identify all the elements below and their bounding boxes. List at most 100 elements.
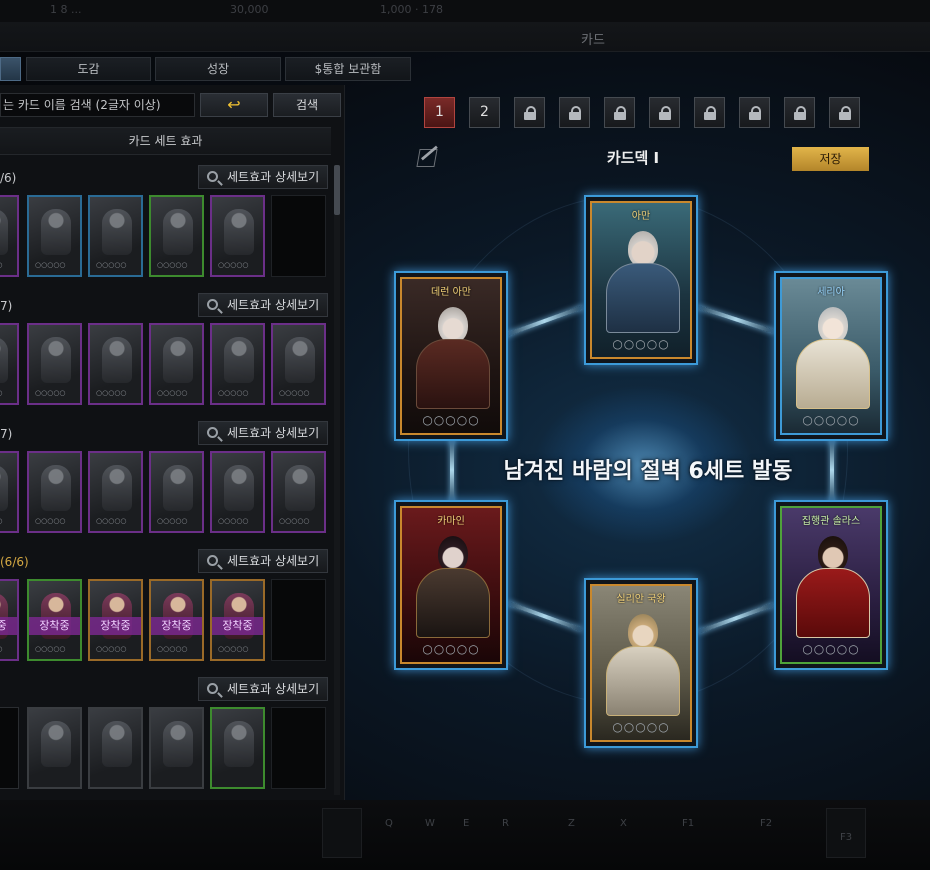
empty-card-slot bbox=[271, 195, 326, 277]
card-name: 아만 bbox=[631, 211, 651, 222]
card-thumb[interactable] bbox=[88, 707, 143, 789]
set-detail-label: 세트효과 상세보기 bbox=[227, 554, 320, 568]
set-row: 7) 세트효과 상세보기 ○○○○○ ○○○○○ ○○○○○ ○○○○○ ○○○… bbox=[0, 421, 331, 547]
deck-slot-1[interactable]: 1 bbox=[424, 97, 455, 128]
card-name: 집행관 솔라스 bbox=[801, 516, 861, 527]
deck-slot-2[interactable]: 2 bbox=[469, 97, 500, 128]
set-detail-label: 세트효과 상세보기 bbox=[227, 682, 320, 696]
hotkey-label: Q bbox=[385, 818, 393, 829]
set-row: /6) 세트효과 상세보기 ○○○○○ ○○○○○ ○○○○○ ○○○○○ ○○… bbox=[0, 165, 331, 291]
deck-card[interactable]: 카마인 ○○○○○ bbox=[394, 500, 508, 670]
card-thumb[interactable]: ○○○○○ bbox=[149, 323, 204, 405]
awaken-pips: ○○○○○ bbox=[612, 720, 670, 734]
window-title: 카드 bbox=[581, 33, 605, 48]
empty-card-slot bbox=[271, 707, 326, 789]
awaken-pips: ○○○○○ bbox=[612, 337, 670, 351]
deck-slot-locked bbox=[559, 97, 590, 128]
card-thumb[interactable]: 장착중○○○○○ bbox=[0, 579, 19, 661]
awaken-pips: ○○○○○ bbox=[802, 642, 860, 656]
reset-search-button[interactable]: ↩ bbox=[200, 93, 268, 117]
empty-card-slot bbox=[271, 579, 326, 661]
set-effect-header: 카드 세트 효과 bbox=[0, 127, 331, 155]
deck-name: 카드덱 I bbox=[606, 149, 660, 167]
card-thumb[interactable]: ○○○○○ bbox=[0, 451, 19, 533]
card-thumb[interactable]: 장착중○○○○○ bbox=[149, 579, 204, 661]
card-thumb[interactable]: ○○○○○ bbox=[27, 195, 82, 277]
card-thumb[interactable] bbox=[149, 707, 204, 789]
search-button[interactable]: 검색 bbox=[273, 93, 341, 117]
tab-storage[interactable]: $통합 보관함 bbox=[285, 57, 411, 81]
card-thumb[interactable] bbox=[210, 707, 265, 789]
card-thumb[interactable]: ○○○○○ bbox=[88, 195, 143, 277]
lock-icon bbox=[523, 106, 536, 120]
card-frame: 실리안 국왕 ○○○○○ bbox=[590, 584, 692, 742]
card-name: 데런 아만 bbox=[431, 287, 471, 298]
card-thumb[interactable] bbox=[0, 707, 19, 789]
card-thumb[interactable]: ○○○○○ bbox=[271, 451, 326, 533]
card-thumb[interactable]: ○○○○○ bbox=[0, 323, 19, 405]
lock-icon bbox=[568, 106, 581, 120]
card-thumb[interactable]: ○○○○○ bbox=[0, 195, 19, 277]
save-button[interactable]: 저장 bbox=[792, 147, 869, 171]
search-icon bbox=[207, 171, 218, 182]
search-icon bbox=[207, 555, 218, 566]
deck-card[interactable]: 세리아 ○○○○○ bbox=[774, 271, 888, 441]
deck-slot-locked bbox=[604, 97, 635, 128]
card-frame: 세리아 ○○○○○ bbox=[780, 277, 882, 435]
card-thumb[interactable]: 장착중○○○○○ bbox=[88, 579, 143, 661]
card-frame: 카마인 ○○○○○ bbox=[400, 506, 502, 664]
card-thumb[interactable]: ○○○○○ bbox=[88, 451, 143, 533]
hotkey-label: Z bbox=[568, 818, 575, 829]
set-row: 세트효과 상세보기 bbox=[0, 677, 331, 803]
card-thumb[interactable]: 장착중○○○○○ bbox=[27, 579, 82, 661]
awaken-pips: ○○○○○ bbox=[422, 413, 480, 427]
deck-card[interactable]: 집행관 솔라스 ○○○○○ bbox=[774, 500, 888, 670]
tab-card[interactable] bbox=[0, 57, 21, 81]
card-thumb[interactable] bbox=[27, 707, 82, 789]
search-input[interactable]: 는 카드 이름 검색 (2글자 이상) bbox=[0, 93, 195, 117]
hotkey-label: X bbox=[620, 818, 627, 829]
equipped-badge: 장착중 bbox=[0, 617, 17, 635]
card-thumb[interactable]: ○○○○○ bbox=[88, 323, 143, 405]
deck-slot-locked bbox=[694, 97, 725, 128]
card-thumb[interactable]: ○○○○○ bbox=[27, 323, 82, 405]
set-detail-button[interactable]: 세트효과 상세보기 bbox=[198, 677, 328, 701]
deck-slot-locked bbox=[649, 97, 680, 128]
edit-icon[interactable] bbox=[416, 149, 438, 167]
deck-card[interactable]: 아만 ○○○○○ bbox=[584, 195, 698, 365]
set-name: 7) bbox=[0, 427, 13, 441]
card-thumb[interactable]: ○○○○○ bbox=[271, 323, 326, 405]
search-icon bbox=[207, 299, 218, 310]
card-thumb[interactable]: ○○○○○ bbox=[210, 195, 265, 277]
set-detail-button[interactable]: 세트효과 상세보기 bbox=[198, 293, 328, 317]
tab-collection[interactable]: 도감 bbox=[26, 57, 151, 81]
deck-card[interactable]: 데런 아만 ○○○○○ bbox=[394, 271, 508, 441]
top-ghost-left: 1 8 ... bbox=[50, 3, 82, 16]
awaken-pips: ○○○○○ bbox=[422, 642, 480, 656]
set-detail-button[interactable]: 세트효과 상세보기 bbox=[198, 165, 328, 189]
scrollbar[interactable] bbox=[334, 165, 340, 795]
card-thumb[interactable]: ○○○○○ bbox=[210, 323, 265, 405]
card-thumb[interactable]: ○○○○○ bbox=[149, 451, 204, 533]
card-thumb[interactable]: ○○○○○ bbox=[27, 451, 82, 533]
set-detail-button[interactable]: 세트효과 상세보기 bbox=[198, 549, 328, 573]
top-ghost-mid: 30,000 bbox=[230, 3, 269, 16]
set-detail-button[interactable]: 세트효과 상세보기 bbox=[198, 421, 328, 445]
card-thumb[interactable]: 장착중○○○○○ bbox=[210, 579, 265, 661]
deck-card[interactable]: 실리안 국왕 ○○○○○ bbox=[584, 578, 698, 748]
set-activation-banner: 남겨진 바람의 절벽 6세트 발동 bbox=[503, 459, 793, 484]
set-row: 7) 세트효과 상세보기 ○○○○○ ○○○○○ ○○○○○ ○○○○○ ○○○… bbox=[0, 293, 331, 419]
equipped-badge: 장착중 bbox=[90, 617, 141, 635]
card-thumb[interactable]: ○○○○○ bbox=[149, 195, 204, 277]
lock-icon bbox=[838, 106, 851, 120]
awaken-pips: ○○○○○ bbox=[802, 413, 860, 427]
tab-growth[interactable]: 성장 bbox=[155, 57, 281, 81]
deck-slot-locked bbox=[514, 97, 545, 128]
scrollbar-thumb[interactable] bbox=[334, 165, 340, 215]
card-frame: 집행관 솔라스 ○○○○○ bbox=[780, 506, 882, 664]
top-status-strip: 1 8 ... 30,000 1,000 · 178 bbox=[0, 0, 930, 22]
tab-bar: 도감 성장 $통합 보관함 bbox=[0, 57, 930, 83]
hotkey-label: W bbox=[425, 818, 435, 829]
hotbar-slot bbox=[322, 808, 362, 858]
card-thumb[interactable]: ○○○○○ bbox=[210, 451, 265, 533]
